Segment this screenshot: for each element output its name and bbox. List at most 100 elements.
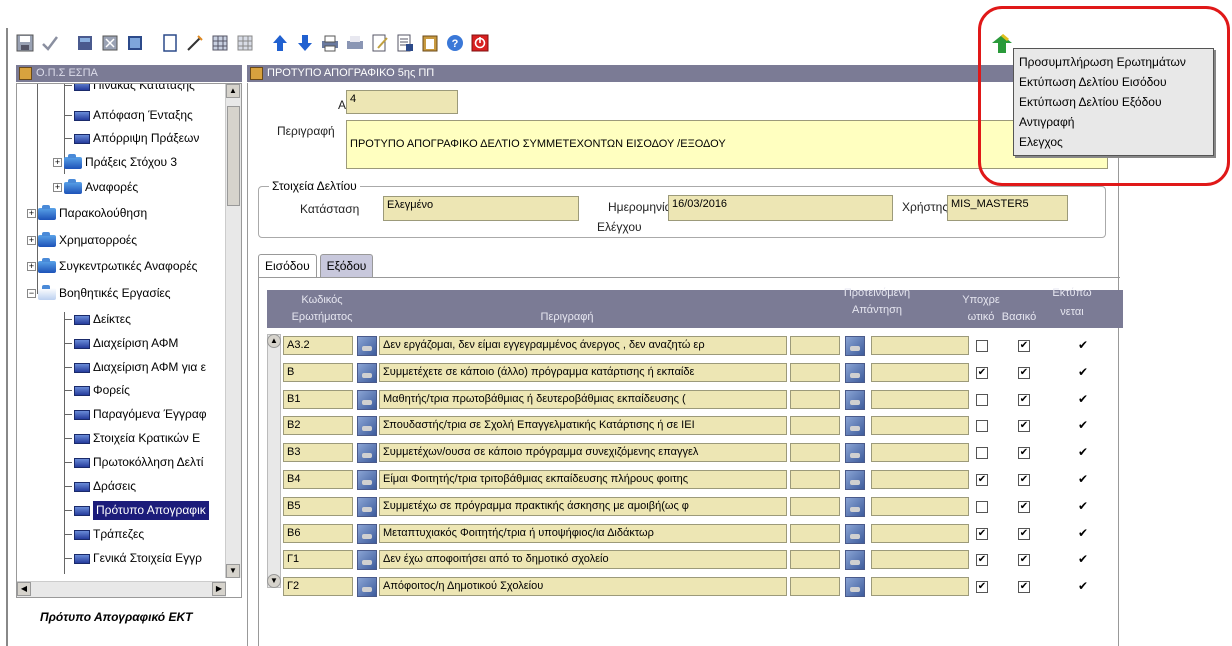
table-row[interactable]: Β3 Συμμετέχων/ουσα σε κάποιο πρόγραμμα συ…: [267, 439, 1123, 465]
tree-item[interactable]: Παραγόμενα Έγγραφ: [64, 405, 207, 424]
lov-button-icon[interactable]: [845, 496, 865, 517]
question-code-cell[interactable]: Γ1: [283, 550, 353, 570]
lov-button-icon[interactable]: [357, 496, 377, 517]
basic-checkbox[interactable]: ✔: [1018, 340, 1030, 352]
proposed-answer-cell[interactable]: [871, 496, 969, 516]
expand-icon[interactable]: +: [27, 209, 36, 218]
table-row[interactable]: Γ1 Δεν έχω αποφοιτήσει από το δημοτικό σχ…: [267, 546, 1123, 572]
expand-icon[interactable]: +: [27, 262, 36, 271]
scroll-up-icon[interactable]: ▲: [226, 84, 240, 98]
question-description-cell[interactable]: Είμαι Φοιτητής/τρια τριτοβάθμιας εκπαίδε…: [379, 470, 787, 489]
lov-button-icon[interactable]: [357, 577, 377, 598]
tree-item[interactable]: Γενικά Στοιχεία Εγγρ: [64, 549, 202, 568]
tree-item[interactable]: Διαχείριση ΑΦΜ για ε: [64, 358, 206, 377]
lov-button-icon[interactable]: [357, 336, 377, 356]
question-code-cell[interactable]: Β5: [283, 496, 353, 516]
question-code-cell[interactable]: Β6: [283, 523, 353, 543]
question-description-cell[interactable]: Μαθητής/τρια πρωτοβάθμιας ή δευτεροβάθμι…: [379, 389, 787, 409]
basic-checkbox[interactable]: ✔: [1018, 366, 1030, 379]
table-icon[interactable]: [124, 32, 146, 54]
table-row[interactable]: Β4 Είμαι Φοιτητής/τρια τριτοβάθμιας εκπαί…: [267, 466, 1123, 492]
blank-icon[interactable]: [159, 32, 181, 54]
lov-button-icon[interactable]: [845, 470, 865, 490]
proposed-code-cell[interactable]: [790, 470, 840, 489]
printed-checkbox[interactable]: ✔: [1077, 419, 1089, 432]
proposed-code-cell[interactable]: [790, 523, 840, 543]
basic-checkbox[interactable]: ✔: [1018, 447, 1030, 460]
edit-icon[interactable]: [184, 32, 206, 54]
expand-icon[interactable]: +: [53, 158, 62, 167]
proposed-answer-cell[interactable]: [871, 443, 969, 463]
grid-add-icon[interactable]: [209, 32, 231, 54]
edit-document-icon[interactable]: [369, 32, 391, 54]
question-description-cell[interactable]: Σπουδαστής/τρια σε Σχολή Επαγγελματικής …: [379, 416, 787, 436]
basic-checkbox[interactable]: ✔: [1018, 474, 1030, 486]
tree-item[interactable]: Απόρριψη Πράξεων: [64, 129, 199, 148]
required-checkbox[interactable]: ✔: [976, 581, 988, 594]
lov-button-icon[interactable]: [845, 389, 865, 410]
check-date-field[interactable]: 16/03/2016: [668, 195, 893, 221]
proposed-code-cell[interactable]: [790, 443, 840, 463]
table-row[interactable]: Β Συμμετέχετε σε κάποιο (άλλο) πρόγραμμα …: [267, 359, 1123, 385]
basic-checkbox[interactable]: ✔: [1018, 527, 1030, 540]
proposed-answer-cell[interactable]: [871, 470, 969, 489]
basic-checkbox[interactable]: ✔: [1018, 500, 1030, 513]
print-preview-icon[interactable]: [344, 32, 366, 54]
user-field[interactable]: MIS_MASTER5: [947, 195, 1068, 221]
lov-button-icon[interactable]: [357, 443, 377, 464]
lov-button-icon[interactable]: [357, 362, 377, 383]
report-icon[interactable]: [394, 32, 416, 54]
required-checkbox[interactable]: [976, 447, 988, 460]
expand-icon[interactable]: +: [53, 183, 62, 192]
required-checkbox[interactable]: ✔: [976, 527, 988, 540]
question-code-cell[interactable]: Β4: [283, 470, 353, 489]
grid-icon[interactable]: [99, 32, 121, 54]
arrow-down-icon[interactable]: [294, 32, 316, 54]
question-code-cell[interactable]: Β3: [283, 443, 353, 463]
proposed-answer-cell[interactable]: [871, 523, 969, 543]
expand-icon[interactable]: +: [27, 236, 36, 245]
question-description-cell[interactable]: Δεν έχω αποφοιτήσει από το δημοτικό σχολ…: [379, 550, 787, 570]
table-row[interactable]: Β5 Συμμετέχω σε πρόγραμμα πρακτικής άσκησ…: [267, 493, 1123, 519]
question-description-cell[interactable]: Μεταπτυχιακός Φοιτητής/τρια ή υποψήφιος/…: [379, 523, 787, 543]
basic-checkbox[interactable]: ✔: [1018, 393, 1030, 406]
proposed-code-cell[interactable]: [790, 362, 840, 382]
required-checkbox[interactable]: ✔: [976, 554, 988, 567]
tree-item[interactable]: Διαχείριση ΑΦΜ: [64, 334, 178, 353]
tree-item[interactable]: Στοιχεία Κρατικών Ε: [64, 429, 200, 448]
question-code-cell[interactable]: Β2: [283, 416, 353, 436]
help-icon[interactable]: ?: [444, 32, 466, 54]
exit-icon[interactable]: [469, 32, 491, 54]
tree-vertical-scrollbar[interactable]: ▲ ▼: [225, 84, 241, 578]
required-checkbox[interactable]: [976, 420, 988, 433]
tree-item[interactable]: Πρωτοκόλληση Δελτί: [64, 453, 203, 472]
printed-checkbox[interactable]: ✔: [1077, 366, 1089, 379]
required-checkbox[interactable]: [976, 340, 988, 352]
scroll-left-icon[interactable]: ◀: [17, 582, 31, 596]
scroll-right-icon[interactable]: ▶: [212, 582, 226, 596]
printed-checkbox[interactable]: ✔: [1077, 527, 1089, 540]
tree-horizontal-scrollbar[interactable]: ◀ ▶: [17, 581, 226, 597]
lov-button-icon[interactable]: [357, 416, 377, 437]
collapse-icon[interactable]: −: [27, 289, 36, 298]
tree-item[interactable]: Φορείς: [64, 381, 130, 400]
aa-field[interactable]: 4: [346, 90, 458, 114]
question-code-cell[interactable]: Β1: [283, 389, 353, 409]
tree-item[interactable]: + Παρακολούθηση: [27, 204, 147, 223]
printed-checkbox[interactable]: ✔: [1077, 473, 1089, 486]
status-field[interactable]: Ελεγμένο: [383, 196, 579, 221]
tree-item[interactable]: + Αναφορές: [53, 178, 138, 197]
question-code-cell[interactable]: Γ2: [283, 577, 353, 597]
scroll-thumb[interactable]: [227, 106, 240, 206]
lov-button-icon[interactable]: [845, 443, 865, 464]
tab-exit[interactable]: Εξόδου: [319, 254, 374, 277]
question-code-cell[interactable]: Α3.2: [283, 336, 353, 355]
tree-item[interactable]: Πίνακας Κατάταξης: [64, 84, 195, 95]
clipboard-icon[interactable]: [419, 32, 441, 54]
lov-button-icon[interactable]: [845, 336, 865, 356]
proposed-code-cell[interactable]: [790, 496, 840, 516]
basic-checkbox[interactable]: ✔: [1018, 420, 1030, 433]
printed-checkbox[interactable]: ✔: [1077, 553, 1089, 566]
proposed-code-cell[interactable]: [790, 550, 840, 570]
question-description-cell[interactable]: Δεν εργάζομαι, δεν είμαι εγγεγραμμένος ά…: [379, 336, 787, 355]
